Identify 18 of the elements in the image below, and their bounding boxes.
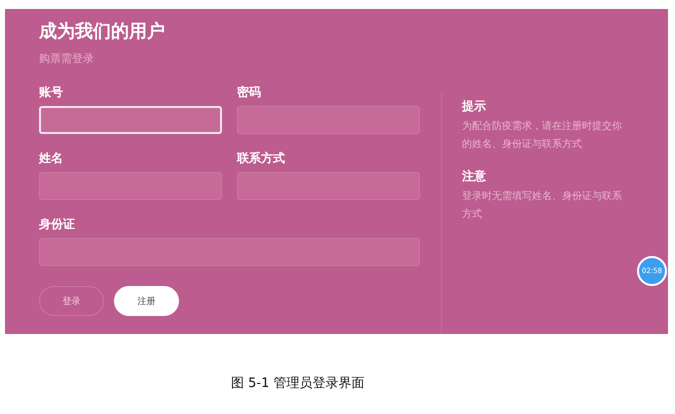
note-text: 登录时无需填写姓名、身份证与联系方式 bbox=[462, 190, 623, 222]
login-button[interactable]: 登录 bbox=[39, 286, 104, 316]
input-field[interactable] bbox=[237, 106, 420, 134]
field-label: 账号 bbox=[39, 84, 64, 100]
field-label: 联系方式 bbox=[237, 150, 286, 166]
field-label: 姓名 bbox=[39, 150, 64, 166]
field-label: 身份证 bbox=[39, 216, 76, 232]
register-button[interactable]: 注册 bbox=[114, 286, 179, 316]
input-field[interactable] bbox=[237, 172, 420, 200]
form-subtitle: 购票需登录 bbox=[39, 52, 95, 66]
figure-caption: 图 5-1 管理员登录界面 bbox=[230, 375, 366, 392]
form-title: 成为我们的用户 bbox=[39, 21, 166, 43]
note-heading: 注意 bbox=[462, 168, 487, 184]
note-heading: 提示 bbox=[462, 98, 487, 114]
input-field[interactable] bbox=[39, 172, 222, 200]
input-field[interactable] bbox=[39, 238, 420, 266]
note-text: 为配合防疫需求，请在注册时提交你的姓名、身份证与联系方式 bbox=[462, 120, 623, 152]
field-label: 密码 bbox=[237, 84, 262, 100]
